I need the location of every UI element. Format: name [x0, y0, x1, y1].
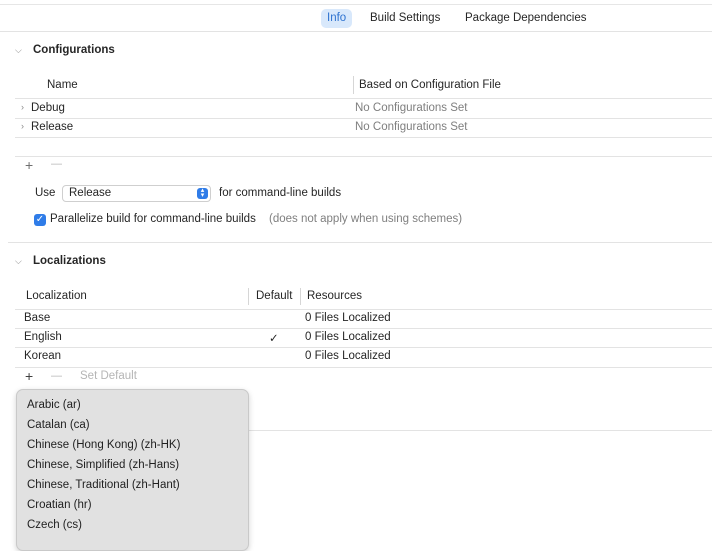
localization-row-base[interactable]: Base 0 Files Localized [15, 309, 712, 328]
menu-item-chinese-simplified[interactable]: Chinese, Simplified (zh-Hans) [27, 459, 179, 471]
menu-item-chinese-hong-kong[interactable]: Chinese (Hong Kong) (zh-HK) [27, 439, 180, 451]
section-divider [247, 430, 712, 431]
remove-localization-button[interactable]: — [51, 370, 62, 382]
parallelize-label[interactable]: Parallelize build for command-line build… [50, 213, 256, 225]
localization-resources: 0 Files Localized [305, 350, 391, 362]
column-divider [353, 76, 354, 94]
default-checkmark: ✓ [269, 333, 279, 345]
loc-col-localization[interactable]: Localization [26, 290, 87, 302]
section-divider [8, 242, 712, 243]
tab-info[interactable]: Info [321, 9, 353, 28]
menu-item-catalan[interactable]: Catalan (ca) [27, 419, 90, 431]
config-row-name: Release [31, 121, 74, 133]
table-bottom-divider [15, 156, 712, 157]
configurations-disclosure-icon[interactable]: ⌵ [15, 45, 22, 56]
localization-row-english[interactable]: English ✓ 0 Files Localized [15, 328, 712, 347]
use-suffix: for command-line builds [219, 187, 342, 199]
localization-name: Base [24, 312, 51, 324]
command-line-config-select[interactable]: Release ▴ ▾ [62, 185, 211, 202]
menu-item-czech[interactable]: Czech (cs) [27, 519, 82, 531]
use-label: Use [35, 187, 56, 199]
column-divider [248, 288, 249, 305]
localization-resources: 0 Files Localized [305, 331, 391, 343]
add-localization-button[interactable]: + [25, 368, 33, 384]
config-row-debug[interactable]: › Debug No Configurations Set [15, 99, 712, 118]
config-col-name[interactable]: Name [47, 79, 78, 91]
localization-name: English [24, 331, 62, 343]
menu-item-croatian[interactable]: Croatian (hr) [27, 499, 92, 511]
menu-item-chinese-traditional[interactable]: Chinese, Traditional (zh-Hant) [27, 479, 180, 491]
add-configuration-button[interactable]: + [25, 157, 33, 173]
config-row-based-on: No Configurations Set [355, 121, 468, 133]
configurations-title: Configurations [33, 44, 115, 56]
menu-item-arabic[interactable]: Arabic (ar) [27, 399, 81, 411]
localization-row-korean[interactable]: Korean 0 Files Localized [15, 347, 712, 366]
config-row-name: Debug [31, 102, 65, 114]
loc-col-resources[interactable]: Resources [307, 290, 362, 302]
localization-name: Korean [24, 350, 62, 362]
set-default-button[interactable]: Set Default [80, 370, 137, 382]
select-value: Release [69, 187, 112, 199]
column-divider [300, 288, 301, 305]
remove-configuration-button[interactable]: — [51, 158, 62, 170]
config-col-based-on[interactable]: Based on Configuration File [359, 79, 501, 91]
config-row-based-on: No Configurations Set [355, 102, 468, 114]
chevron-right-icon[interactable]: › [21, 121, 24, 131]
localizations-disclosure-icon[interactable]: ⌵ [15, 256, 22, 267]
row-divider [15, 137, 712, 138]
parallelize-note: (does not apply when using schemes) [269, 213, 463, 225]
config-row-release[interactable]: › Release No Configurations Set [15, 118, 712, 137]
up-down-chevron-icon: ▴ ▾ [197, 187, 208, 199]
editor-tab-bar: Info Build Settings Package Dependencies [0, 4, 712, 32]
tab-package-dependencies[interactable]: Package Dependencies [459, 9, 592, 28]
tab-build-settings[interactable]: Build Settings [364, 9, 446, 28]
table-bottom-divider [15, 367, 712, 368]
localizations-title: Localizations [33, 255, 106, 267]
add-language-menu: Arabic (ar) Catalan (ca) Chinese (Hong K… [16, 389, 249, 551]
localization-resources: 0 Files Localized [305, 312, 391, 324]
parallelize-checkbox[interactable]: ✓ [34, 214, 46, 226]
chevron-right-icon[interactable]: › [21, 102, 24, 112]
loc-col-default[interactable]: Default [256, 290, 292, 302]
